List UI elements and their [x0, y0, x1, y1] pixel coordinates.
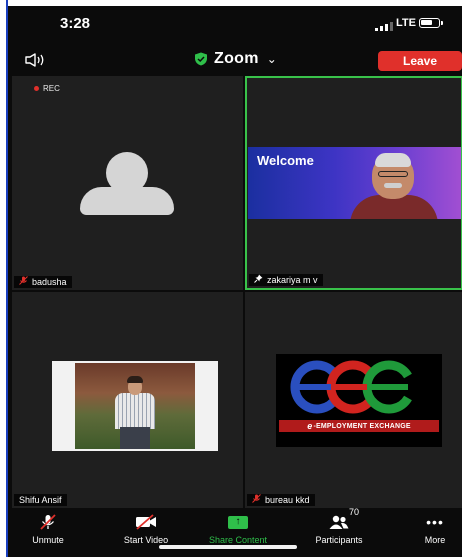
photo-hair	[127, 376, 143, 383]
mic-muted-icon	[19, 276, 28, 288]
meeting-toolbar: Unmute Start Video ↑ Share Content 70 Pa…	[8, 507, 462, 557]
share-content-label: Share Content	[208, 535, 268, 545]
participants-icon: 70	[327, 507, 359, 530]
logo-banner-text: -EMPLOYMENT EXCHANGE	[313, 422, 411, 430]
record-dot-icon	[34, 86, 39, 91]
meeting-title: Zoom	[214, 50, 259, 67]
share-screen-icon: ↑	[228, 515, 248, 529]
participant-tile[interactable]: Shifu Ansif	[12, 292, 243, 508]
participant-name: bureau kkd	[265, 495, 310, 505]
mic-muted-icon	[38, 514, 58, 530]
unmute-button[interactable]: Unmute	[8, 514, 88, 545]
person-moustache	[384, 183, 402, 188]
participant-name-tag: Shifu Ansif	[14, 494, 67, 506]
meeting-title-button[interactable]: Zoom ⌄	[194, 50, 277, 68]
logo-banner-prefix: e	[307, 421, 313, 431]
participant-name: Shifu Ansif	[19, 495, 62, 505]
participant-name: zakariya m v	[267, 275, 318, 285]
person-hair	[375, 153, 411, 167]
participant-name-tag: zakariya m v	[249, 274, 323, 286]
video-off-icon	[134, 514, 158, 530]
recording-indicator: REC	[34, 84, 60, 93]
person-glasses	[378, 171, 408, 177]
profile-photo	[52, 361, 218, 451]
unmute-label: Unmute	[32, 535, 64, 545]
avatar-placeholder-body	[80, 187, 174, 215]
participant-tile-active-speaker[interactable]: Welcome zakariya m v	[245, 76, 462, 290]
participants-count: 70	[349, 507, 360, 517]
photo-shirt	[115, 393, 155, 429]
start-video-label: Start Video	[123, 535, 169, 545]
chevron-down-icon: ⌄	[266, 52, 277, 66]
mic-muted-icon	[252, 494, 261, 506]
recording-label: REC	[43, 84, 60, 93]
participant-tile[interactable]: e -EMPLOYMENT EXCHANGE bureau kkd	[245, 292, 462, 508]
eee-logo-icon	[290, 360, 412, 414]
participant-name-tag: bureau kkd	[247, 494, 315, 506]
home-indicator[interactable]	[159, 545, 297, 549]
logo-banner: e -EMPLOYMENT EXCHANGE	[279, 420, 439, 432]
participant-tile[interactable]: REC badusha	[12, 76, 243, 290]
network-type: LTE	[396, 17, 416, 29]
shield-check-icon	[195, 52, 207, 66]
more-label: More	[424, 535, 446, 545]
meeting-header: Zoom ⌄ Leave	[8, 40, 462, 78]
speaker-icon[interactable]	[25, 53, 47, 72]
battery-icon	[419, 18, 443, 28]
more-icon: •••	[426, 514, 444, 530]
zoom-meeting-screen: 3:28 LTE Zoom ⌄ Leave REC badusha Welcom…	[8, 6, 462, 557]
photo-pants	[120, 427, 150, 449]
share-content-button[interactable]: ↑ Share Content	[198, 514, 278, 545]
profile-logo: e -EMPLOYMENT EXCHANGE	[276, 354, 442, 447]
participants-label: Participants	[315, 535, 363, 545]
participant-name-tag: badusha	[14, 276, 72, 288]
leave-button[interactable]: Leave	[378, 51, 462, 71]
pin-icon	[254, 274, 263, 286]
status-bar: 3:28 LTE	[8, 6, 462, 40]
video-welcome-text: Welcome	[257, 153, 314, 168]
participants-button[interactable]: 70 Participants	[299, 507, 379, 545]
start-video-button[interactable]: Start Video	[106, 514, 186, 545]
participant-name: badusha	[32, 277, 67, 287]
status-time: 3:28	[60, 15, 91, 32]
photo-image	[75, 363, 195, 449]
signal-icon	[375, 22, 393, 31]
more-button[interactable]: ••• More	[395, 514, 462, 545]
participant-video: Welcome	[248, 147, 461, 219]
